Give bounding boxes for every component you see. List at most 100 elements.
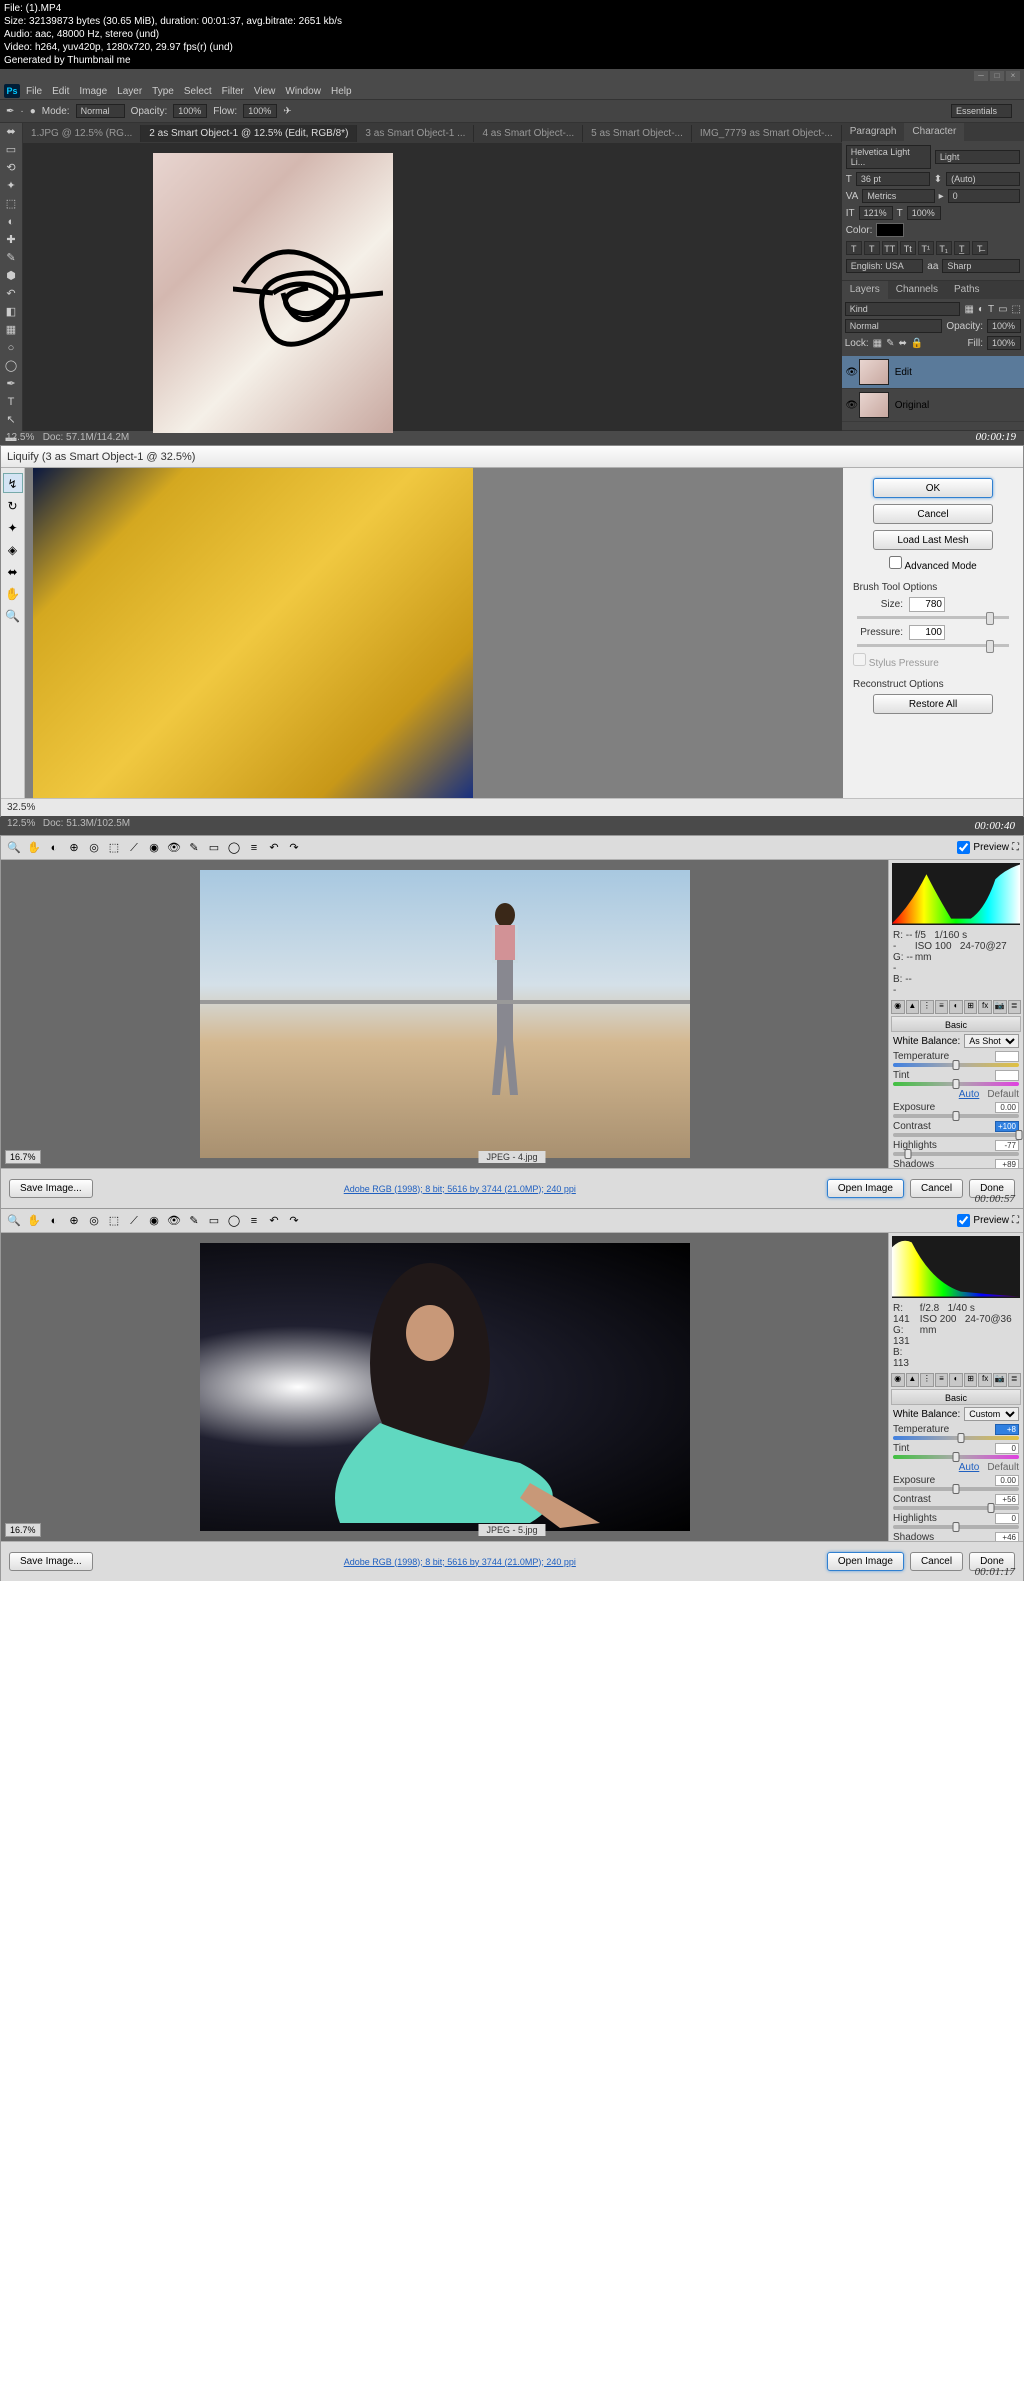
split-tab-icon[interactable]: ◐	[949, 1373, 963, 1387]
preset-tab-icon[interactable]: ≣	[1008, 1373, 1022, 1387]
maximize-icon[interactable]: □	[990, 71, 1004, 81]
visibility-icon[interactable]: 👁	[845, 367, 859, 378]
crop-icon[interactable]: ⬚	[105, 1212, 123, 1230]
advanced-checkbox[interactable]	[889, 556, 902, 569]
brush-tool-icon[interactable]: ✎	[0, 249, 22, 267]
contrast-slider[interactable]	[893, 1506, 1019, 1510]
save-image-button[interactable]: Save Image...	[9, 1179, 93, 1198]
flow-input[interactable]: 100%	[243, 104, 277, 118]
preview-checkbox[interactable]	[957, 841, 970, 854]
font-family-dropdown[interactable]: Helvetica Light Li...	[846, 145, 931, 169]
prefs-icon[interactable]: ≡	[245, 839, 263, 857]
prefs-icon[interactable]: ≡	[245, 1212, 263, 1230]
auto-link[interactable]: Auto	[959, 1089, 980, 1100]
straighten-icon[interactable]: ⟋	[125, 1212, 143, 1230]
tab-paragraph[interactable]: Paragraph	[842, 123, 905, 141]
wb-dropdown[interactable]: As Shot	[964, 1034, 1019, 1048]
lock-all-icon[interactable]: 🔒	[911, 338, 923, 349]
history-brush-icon[interactable]: ↶	[0, 285, 22, 303]
target-icon[interactable]: ◎	[85, 839, 103, 857]
curve-tab-icon[interactable]: ▲	[906, 1000, 920, 1014]
layer-original[interactable]: 👁 Original	[842, 389, 1024, 422]
tint-slider[interactable]	[893, 1082, 1019, 1086]
lock-trans-icon[interactable]: ▦	[873, 338, 882, 349]
acr-preview-area[interactable]: 16.7%	[1, 860, 888, 1168]
doc-tab-3[interactable]: 3 as Smart Object-1 ...	[357, 125, 474, 142]
bloat-tool-icon[interactable]: ◈	[3, 539, 23, 559]
tab-paths[interactable]: Paths	[946, 281, 988, 299]
tab-character[interactable]: Character	[904, 123, 964, 141]
size-input[interactable]	[909, 597, 945, 612]
kerning-dropdown[interactable]: Metrics	[862, 189, 934, 203]
straighten-icon[interactable]: ⟋	[125, 839, 143, 857]
size-slider[interactable]	[857, 616, 1009, 619]
temp-value[interactable]	[995, 1051, 1019, 1062]
zoom-level[interactable]: 12.5%	[6, 432, 34, 443]
close-icon[interactable]: ×	[1006, 71, 1020, 81]
redeye-icon[interactable]: 👁	[165, 1212, 183, 1230]
sub-button[interactable]: T₁	[936, 241, 952, 255]
target-icon[interactable]: ◎	[85, 1212, 103, 1230]
fullscreen-icon[interactable]: ⛶	[1012, 842, 1019, 853]
wb-dropdown[interactable]: Custom	[964, 1407, 1019, 1421]
path-tool-icon[interactable]: ↖	[0, 411, 22, 429]
sampler-icon[interactable]: ⊕	[65, 839, 83, 857]
filter-adj-icon[interactable]: ◐	[978, 304, 984, 315]
pen-tool-icon[interactable]: ✒	[0, 375, 22, 393]
temp-slider[interactable]	[893, 1436, 1019, 1440]
menu-layer[interactable]: Layer	[117, 86, 142, 97]
strike-button[interactable]: T̶	[972, 241, 988, 255]
highlights-slider[interactable]	[893, 1525, 1019, 1529]
blend-mode-dropdown[interactable]: Normal	[76, 104, 125, 118]
fill-input[interactable]: 100%	[987, 336, 1021, 350]
hsl-tab-icon[interactable]: ≡	[935, 1373, 949, 1387]
tint-value[interactable]: 0	[995, 1443, 1019, 1454]
opacity-input[interactable]: 100%	[173, 104, 207, 118]
hand-icon[interactable]: ✋	[25, 839, 43, 857]
pressure-input[interactable]	[909, 625, 945, 640]
redeye-icon[interactable]: 👁	[165, 839, 183, 857]
brush-icon[interactable]: ✒	[6, 106, 14, 117]
fullscreen-icon[interactable]: ⛶	[1012, 1215, 1019, 1226]
fx-tab-icon[interactable]: fx	[978, 1373, 992, 1387]
liquify-zoom[interactable]: 32.5%	[7, 802, 35, 813]
tint-value[interactable]	[995, 1070, 1019, 1081]
cal-tab-icon[interactable]: 📷	[993, 1000, 1007, 1014]
warp-tool-icon[interactable]: ↯	[3, 473, 23, 493]
zoom-dropdown[interactable]: 16.7%	[5, 1150, 41, 1164]
pressure-slider[interactable]	[857, 644, 1009, 647]
basic-tab-icon[interactable]: ◉	[891, 1373, 905, 1387]
tracking-input[interactable]: 0	[948, 189, 1020, 203]
histogram[interactable]	[892, 863, 1020, 925]
tab-layers[interactable]: Layers	[842, 281, 888, 299]
workflow-link[interactable]: Adobe RGB (1998); 8 bit; 5616 by 3744 (2…	[344, 1184, 576, 1194]
filter-smart-icon[interactable]: ⬚	[1012, 304, 1021, 315]
workspace-dropdown[interactable]: Essentials	[951, 104, 1012, 118]
crop-tool-icon[interactable]: ⬚	[0, 195, 22, 213]
menu-window[interactable]: Window	[285, 86, 321, 97]
leading-input[interactable]: (Auto)	[946, 172, 1020, 186]
canvas-image[interactable]	[153, 153, 393, 433]
menu-select[interactable]: Select	[184, 86, 212, 97]
detail-tab-icon[interactable]: ⋮	[920, 1000, 934, 1014]
bold-button[interactable]: T	[846, 241, 862, 255]
rotate-ccw-icon[interactable]: ↶	[265, 1212, 283, 1230]
dodge-tool-icon[interactable]: ◯	[0, 357, 22, 375]
pucker-tool-icon[interactable]: ✦	[3, 517, 23, 537]
push-tool-icon[interactable]: ⬌	[3, 561, 23, 581]
ok-button[interactable]: OK	[873, 478, 993, 498]
vscale-input[interactable]: 121%	[859, 206, 893, 220]
cancel-button[interactable]: Cancel	[910, 1552, 963, 1571]
lens-tab-icon[interactable]: ⊞	[964, 1000, 978, 1014]
doc-tab-6[interactable]: IMG_7779 as Smart Object-...	[692, 125, 842, 142]
wand-tool-icon[interactable]: ✦	[0, 177, 22, 195]
save-image-button[interactable]: Save Image...	[9, 1552, 93, 1571]
adj-brush-icon[interactable]: ✎	[185, 839, 203, 857]
menu-edit[interactable]: Edit	[52, 86, 69, 97]
super-button[interactable]: T¹	[918, 241, 934, 255]
font-style-dropdown[interactable]: Light	[935, 150, 1020, 164]
hscale-input[interactable]: 100%	[907, 206, 941, 220]
filter-type-icon[interactable]: T	[988, 304, 994, 315]
move-tool-icon[interactable]: ⬌	[0, 123, 22, 141]
allcaps-button[interactable]: TT	[882, 241, 898, 255]
